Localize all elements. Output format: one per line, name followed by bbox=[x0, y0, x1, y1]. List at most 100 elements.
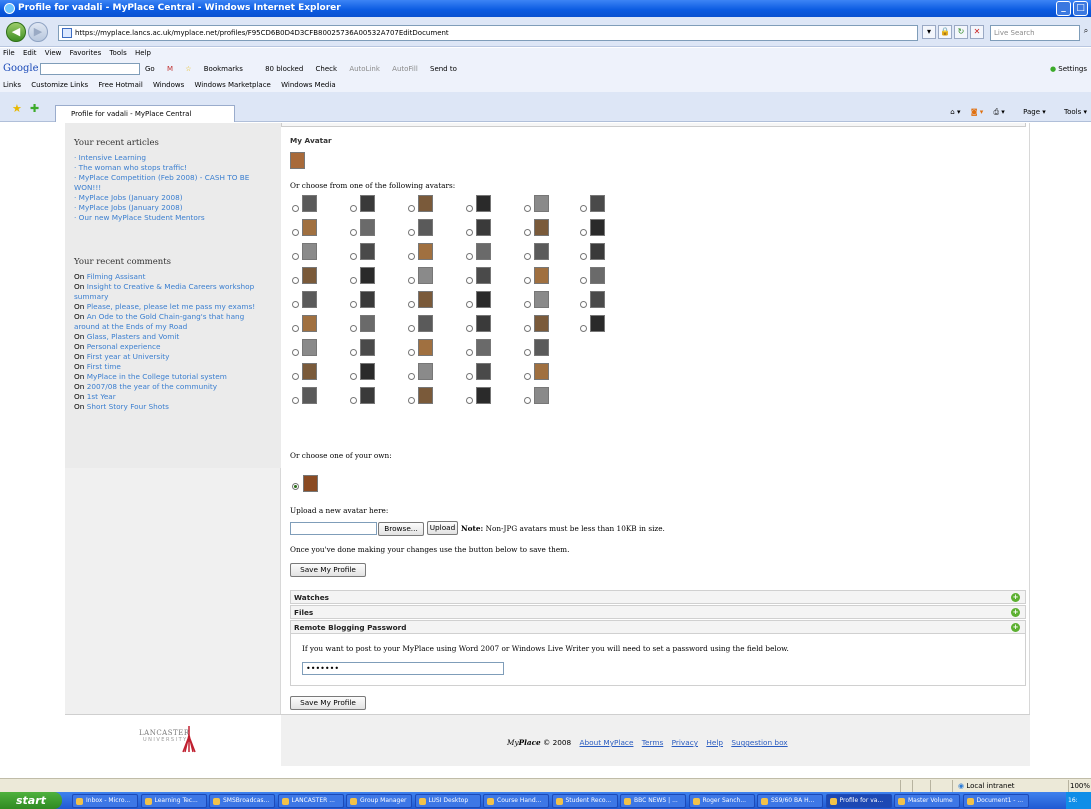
avatar-option-radio[interactable] bbox=[350, 229, 357, 236]
avatar-option-image[interactable] bbox=[302, 315, 317, 332]
avatar-option-radio[interactable] bbox=[408, 349, 415, 356]
avatar-option-radio[interactable] bbox=[466, 301, 473, 308]
avatar-option-image[interactable] bbox=[360, 363, 375, 380]
section-remote-blogging[interactable]: Remote Blogging Password + bbox=[290, 620, 1026, 634]
avatar-option-image[interactable] bbox=[360, 387, 375, 404]
avatar-option-image[interactable] bbox=[360, 267, 375, 284]
taskbar-button[interactable]: Learning Tec... bbox=[140, 794, 207, 808]
lock-icon[interactable]: 🔒 bbox=[938, 25, 952, 39]
forward-button[interactable]: ▶ bbox=[28, 22, 48, 42]
avatar-option-radio[interactable] bbox=[524, 253, 531, 260]
avatar-option-radio[interactable] bbox=[292, 301, 299, 308]
avatar-option-image[interactable] bbox=[590, 243, 605, 260]
avatar-option-radio[interactable] bbox=[292, 349, 299, 356]
avatar-option-image[interactable] bbox=[476, 363, 491, 380]
avatar-option-image[interactable] bbox=[418, 219, 433, 236]
comment-link[interactable]: 2007/08 the year of the community bbox=[87, 382, 217, 391]
taskbar-button[interactable]: Group Manager bbox=[346, 794, 412, 808]
browse-button[interactable]: Browse... bbox=[378, 522, 424, 536]
article-link[interactable]: · Our new MyPlace Student Mentors bbox=[74, 213, 272, 223]
avatar-option-image[interactable] bbox=[590, 219, 605, 236]
avatar-option-radio[interactable] bbox=[292, 229, 299, 236]
avatar-option-radio[interactable] bbox=[292, 397, 299, 404]
comment-link[interactable]: An Ode to the Gold Chain-gang's that han… bbox=[74, 312, 244, 331]
link-marketplace[interactable]: Windows Marketplace bbox=[195, 81, 271, 89]
avatar-option-image[interactable] bbox=[476, 387, 491, 404]
tools-menu[interactable]: Tools ▾ bbox=[1056, 108, 1087, 116]
avatar-option-image[interactable] bbox=[590, 267, 605, 284]
footer-link-terms[interactable]: Terms bbox=[642, 738, 664, 747]
avatar-option-image[interactable] bbox=[534, 315, 549, 332]
avatar-option-radio[interactable] bbox=[466, 253, 473, 260]
taskbar-button[interactable]: Document1 - ... bbox=[962, 794, 1029, 808]
comment-link[interactable]: Please, please, please let me pass my ex… bbox=[87, 302, 255, 311]
avatar-option-radio[interactable] bbox=[292, 253, 299, 260]
avatar-option-image[interactable] bbox=[476, 219, 491, 236]
google-search-input[interactable] bbox=[40, 63, 140, 75]
avatar-option-radio[interactable] bbox=[408, 277, 415, 284]
expand-icon[interactable]: + bbox=[1011, 593, 1020, 602]
taskbar-button[interactable]: Profile for va... bbox=[825, 794, 892, 808]
page-menu[interactable]: Page ▾ bbox=[1015, 108, 1046, 116]
avatar-option-radio[interactable] bbox=[350, 205, 357, 212]
avatar-option-image[interactable] bbox=[534, 291, 549, 308]
avatar-option-image[interactable] bbox=[418, 267, 433, 284]
print-icon[interactable]: ⎙ ▾ bbox=[993, 108, 1004, 116]
avatar-option-radio[interactable] bbox=[408, 229, 415, 236]
avatar-option-radio[interactable] bbox=[580, 277, 587, 284]
comment-link[interactable]: Short Story Four Shots bbox=[87, 402, 169, 411]
avatar-option-radio[interactable] bbox=[524, 397, 531, 404]
avatar-option-radio[interactable] bbox=[408, 373, 415, 380]
avatar-option-radio[interactable] bbox=[466, 277, 473, 284]
link-hotmail[interactable]: Free Hotmail bbox=[98, 81, 142, 89]
avatar-option-radio[interactable] bbox=[466, 325, 473, 332]
autofill-button[interactable]: AutoFill bbox=[392, 65, 418, 73]
comment-link[interactable]: MyPlace in the College tutorial system bbox=[87, 372, 227, 381]
avatar-option-radio[interactable] bbox=[466, 349, 473, 356]
favorites-star-icon[interactable]: ★ bbox=[12, 102, 22, 115]
avatar-option-radio[interactable] bbox=[350, 373, 357, 380]
article-link[interactable]: · Intensive Learning bbox=[74, 153, 272, 163]
avatar-option-radio[interactable] bbox=[292, 325, 299, 332]
avatar-option-radio[interactable] bbox=[466, 205, 473, 212]
section-watches[interactable]: Watches + bbox=[290, 590, 1026, 604]
back-button[interactable]: ◀ bbox=[6, 22, 26, 42]
menu-edit[interactable]: Edit bbox=[23, 49, 37, 57]
maximize-button[interactable]: □ bbox=[1073, 1, 1088, 16]
expand-icon[interactable]: + bbox=[1011, 623, 1020, 632]
bookmarks-button[interactable]: ☆ Bookmarks bbox=[185, 65, 253, 73]
blogging-password-input[interactable]: ••••••• bbox=[302, 662, 504, 675]
comment-link[interactable]: Glass, Plasters and Vomit bbox=[87, 332, 180, 341]
upload-file-input[interactable] bbox=[290, 522, 377, 535]
home-icon[interactable]: ⌂ ▾ bbox=[950, 108, 960, 116]
link-windows[interactable]: Windows bbox=[153, 81, 184, 89]
stop-icon[interactable]: ✕ bbox=[970, 25, 984, 39]
google-settings-button[interactable]: ● Settings bbox=[1050, 59, 1087, 79]
avatar-option-image[interactable] bbox=[534, 339, 549, 356]
comment-link[interactable]: Insight to Creative & Media Careers work… bbox=[74, 282, 254, 301]
menu-help[interactable]: Help bbox=[135, 49, 151, 57]
save-profile-button[interactable]: Save My Profile bbox=[290, 563, 366, 577]
avatar-option-image[interactable] bbox=[418, 387, 433, 404]
taskbar-button[interactable]: Master Volume bbox=[894, 794, 960, 808]
avatar-option-image[interactable] bbox=[534, 267, 549, 284]
avatar-option-image[interactable] bbox=[476, 339, 491, 356]
avatar-option-radio[interactable] bbox=[292, 277, 299, 284]
taskbar-button[interactable]: Course Hand... bbox=[483, 794, 549, 808]
avatar-option-image[interactable] bbox=[590, 291, 605, 308]
section-files[interactable]: Files + bbox=[290, 605, 1026, 619]
avatar-option-image[interactable] bbox=[360, 219, 375, 236]
avatar-option-radio[interactable] bbox=[524, 229, 531, 236]
avatar-option-radio[interactable] bbox=[350, 325, 357, 332]
taskbar-button[interactable]: SS9/60 BA H... bbox=[757, 794, 823, 808]
own-avatar-radio[interactable] bbox=[292, 483, 299, 490]
avatar-option-image[interactable] bbox=[302, 195, 317, 212]
avatar-option-radio[interactable] bbox=[524, 325, 531, 332]
avatar-option-radio[interactable] bbox=[580, 253, 587, 260]
taskbar-button[interactable]: Roger Sanch... bbox=[688, 794, 755, 808]
avatar-option-radio[interactable] bbox=[580, 229, 587, 236]
taskbar-button[interactable]: SMSBroadcas... bbox=[209, 794, 275, 808]
tab-profile[interactable]: Profile for vadali - MyPlace Central bbox=[55, 105, 235, 122]
avatar-option-radio[interactable] bbox=[350, 277, 357, 284]
google-go-button[interactable]: Go bbox=[145, 65, 155, 73]
